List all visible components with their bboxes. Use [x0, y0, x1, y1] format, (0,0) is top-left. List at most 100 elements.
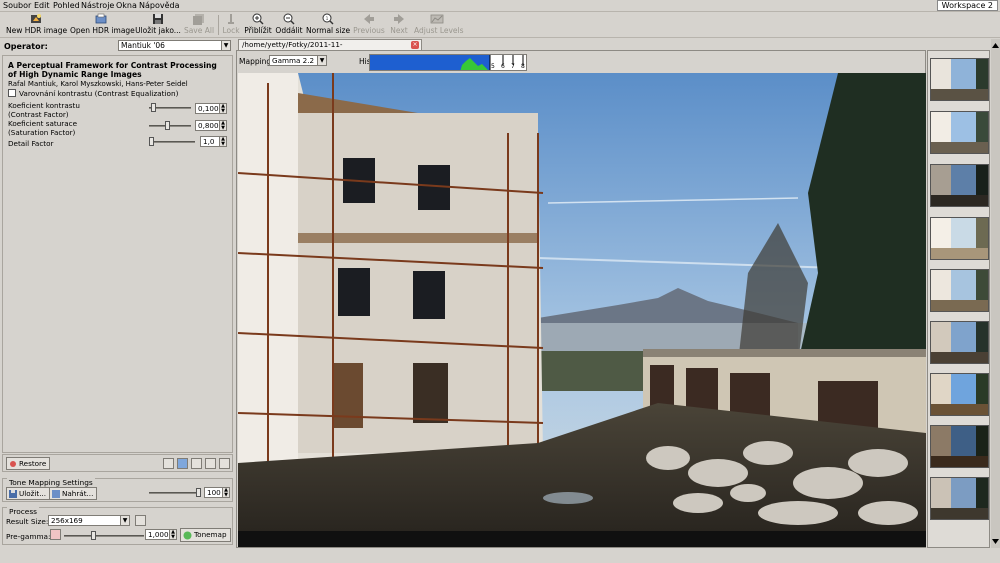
saturation-factor-label: Koeficient saturace (Saturation Factor): [8, 119, 77, 137]
svg-text:1: 1: [326, 16, 329, 21]
preview-thumbnail[interactable]: [930, 477, 989, 520]
hist-tick: 6: [501, 63, 505, 70]
pregamma-spinbox[interactable]: 1,000 ▲ ▼: [145, 529, 177, 540]
spin-arrows-icon[interactable]: ▲ ▼: [169, 530, 176, 539]
save-as-button[interactable]: Uložit jako...: [134, 12, 182, 38]
detail-factor-thumb[interactable]: [149, 137, 154, 146]
tab-image-file[interactable]: /home/yetty/Fotky/2011-11-CEKON/KAL_4043…: [238, 39, 422, 59]
vertical-scrollbar[interactable]: [991, 39, 1000, 548]
paper-authors: Rafal Mantiuk, Karol Myszkowski, Hans-Pe…: [8, 80, 188, 88]
contrast-equalization-label: Varovnání kontrastu (Contrast Equalizati…: [19, 89, 179, 98]
pregamma-label: Pre-gamma:: [6, 532, 51, 541]
preview-thumbnail[interactable]: [930, 217, 989, 260]
saturation-factor-slider[interactable]: [149, 125, 191, 127]
mapping-select[interactable]: Gamma 2.2 ▼: [269, 55, 327, 66]
settings-spinbox[interactable]: 100 ▲ ▼: [204, 487, 230, 498]
previous-button[interactable]: Previous: [353, 12, 385, 38]
photo-bottom-border: [238, 531, 926, 547]
preview-thumbnail[interactable]: [930, 373, 989, 416]
adjust-levels-button[interactable]: Adjust Levels: [414, 12, 464, 38]
menu-okna[interactable]: Okna: [116, 1, 137, 10]
save-all-button[interactable]: Save All: [183, 12, 215, 38]
new-hdr-button[interactable]: New HDR image: [6, 12, 67, 38]
history-save-button[interactable]: [191, 458, 202, 469]
hist-tick: 8: [521, 63, 525, 70]
contrast-factor-spinbox[interactable]: 0,100 ▲ ▼: [195, 103, 227, 114]
save-settings-button[interactable]: Uložit...: [6, 487, 51, 500]
open-hdr-button[interactable]: Open HDR image: [70, 12, 135, 38]
preview-thumbnail[interactable]: [930, 58, 989, 101]
detail-factor-label: Detail Factor: [8, 139, 54, 148]
histogram-widget[interactable]: 5 6 7 8: [369, 54, 527, 71]
operator-parameters-panel: A Perceptual Framework for Contrast Proc…: [2, 55, 233, 453]
close-icon[interactable]: ×: [411, 41, 419, 49]
hdr-photo-preview[interactable]: [238, 73, 926, 531]
restore-button[interactable]: Restore: [6, 457, 51, 470]
tonemap-button[interactable]: Tonemap: [180, 528, 231, 542]
load-settings-label: Nahrát...: [62, 489, 94, 498]
chevron-down-icon: ▼: [120, 516, 129, 525]
operator-label: Operator:: [4, 42, 48, 51]
load-settings-button[interactable]: Nahrát...: [49, 487, 98, 500]
normal-size-button[interactable]: 1 Normal size: [306, 12, 350, 38]
preview-thumbnail[interactable]: [930, 111, 989, 154]
history-prev-button[interactable]: [205, 458, 216, 469]
settings-slider[interactable]: [149, 492, 201, 494]
menu-napoveda[interactable]: Nápověda: [139, 1, 180, 10]
operator-select[interactable]: Mantiuk '06 ▼: [118, 40, 231, 51]
spin-arrows-icon[interactable]: ▲ ▼: [222, 488, 229, 497]
spin-arrows-icon[interactable]: ▲ ▼: [219, 104, 226, 113]
pregamma-reset-button[interactable]: [50, 529, 61, 540]
detail-factor-slider[interactable]: [149, 141, 195, 143]
thumbnail-image: [931, 59, 988, 100]
preview-thumbnail[interactable]: [930, 321, 989, 364]
result-size-refresh-button[interactable]: [135, 515, 146, 526]
tone-mapping-settings-group: Tone Mapping Settings Uložit... Nahrát..…: [2, 478, 233, 502]
history-first-button[interactable]: [163, 458, 174, 469]
history-load-button[interactable]: [177, 458, 188, 469]
contrast-equalization-checkbox[interactable]: Varovnání kontrastu (Contrast Equalizati…: [8, 89, 178, 98]
toolbar: New HDR image Open HDR image Uložit jako…: [0, 12, 1000, 38]
preview-thumbnail[interactable]: [930, 269, 989, 312]
restore-label: Restore: [19, 459, 47, 468]
scroll-down-icon[interactable]: [991, 537, 1000, 546]
scroll-up-icon[interactable]: [991, 41, 1000, 50]
history-next-button[interactable]: [219, 458, 230, 469]
thumbnail-image: [931, 165, 988, 206]
menu-bar: Soubor Edit Pohled Nástroje Okna Nápověd…: [0, 0, 1000, 12]
menu-nastroje[interactable]: Nástroje: [81, 1, 114, 10]
save-all-icon: [193, 14, 204, 25]
result-size-select[interactable]: 256x169 ▼: [48, 515, 130, 526]
saturation-factor-thumb[interactable]: [165, 121, 170, 130]
saturation-factor-spinbox[interactable]: 0,800 ▲ ▼: [195, 120, 227, 131]
zoom-in-icon: [252, 13, 264, 25]
spin-arrows-icon[interactable]: ▲ ▼: [219, 137, 226, 146]
pregamma-slider[interactable]: [64, 535, 144, 537]
hist-tick: 7: [511, 63, 515, 70]
photo-scene: [238, 73, 926, 531]
zoom-in-button[interactable]: Přiblížit: [244, 12, 272, 38]
menu-pohled[interactable]: Pohled: [53, 1, 80, 10]
process-title: Process: [7, 507, 40, 516]
detail-factor-spinbox[interactable]: 1,0 ▲ ▼: [200, 136, 227, 147]
settings-slider-thumb[interactable]: [196, 488, 201, 497]
menu-soubor[interactable]: Soubor: [3, 1, 31, 10]
spin-arrows-icon[interactable]: ▲ ▼: [219, 121, 226, 130]
workspace-label[interactable]: Workspace 2: [936, 0, 998, 11]
tonemap-label: Tonemap: [194, 530, 227, 539]
preview-thumbnail[interactable]: [930, 164, 989, 207]
mapping-value: Gamma 2.2: [272, 56, 315, 65]
menu-edit[interactable]: Edit: [34, 1, 50, 10]
zoom-out-button[interactable]: Oddálit: [275, 12, 303, 38]
preview-thumbnail-panel: [927, 50, 990, 548]
toolbar-separator: [218, 15, 219, 35]
checkbox-box[interactable]: [8, 89, 16, 97]
lock-button[interactable]: Lock: [220, 12, 242, 38]
save-settings-label: Uložit...: [19, 489, 47, 498]
pregamma-slider-thumb[interactable]: [91, 531, 96, 540]
next-button[interactable]: Next: [388, 12, 410, 38]
arrow-left-icon: [364, 14, 374, 24]
preview-thumbnail[interactable]: [930, 425, 989, 468]
lock-icon: [228, 14, 234, 24]
contrast-factor-thumb[interactable]: [151, 103, 156, 112]
